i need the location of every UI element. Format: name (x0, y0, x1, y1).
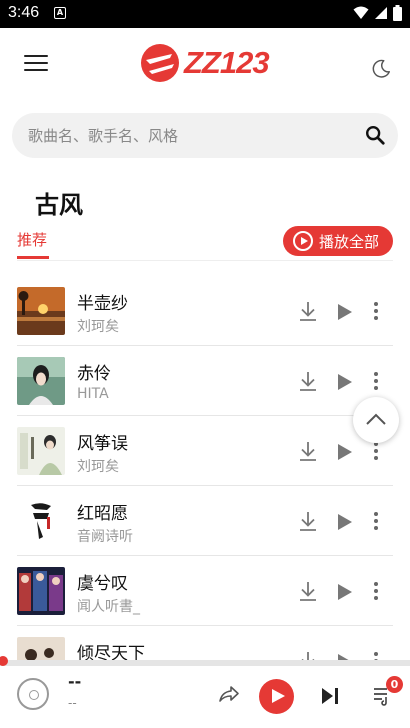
battery-icon (393, 5, 402, 21)
moon-icon[interactable] (370, 58, 392, 80)
tab-recommended[interactable]: 推荐 (17, 229, 47, 250)
status-time: 3:46 (8, 4, 40, 21)
status-bar: 3:46 A (0, 0, 410, 28)
play-all-label: 播放全部 (319, 232, 380, 251)
song-title: 风筝误 (77, 434, 128, 454)
song-artist: 闻人听書_ (77, 599, 140, 615)
song-item[interactable]: 红昭愿 音阙诗听 (0, 486, 410, 556)
more-icon[interactable] (369, 510, 383, 532)
status-icons (353, 5, 402, 21)
song-title: 虞兮叹 (77, 574, 128, 594)
chevron-up-icon (366, 413, 386, 425)
album-cover (17, 427, 65, 475)
more-icon[interactable] (369, 650, 383, 660)
song-title: 倾尽天下 (77, 644, 145, 660)
song-artist: 刘珂矣 (77, 459, 119, 475)
song-item[interactable]: 风筝误 刘珂矣 (0, 416, 410, 486)
download-icon[interactable] (297, 650, 319, 660)
play-icon[interactable] (337, 374, 353, 390)
next-icon[interactable] (320, 687, 340, 705)
search-bar (12, 113, 398, 158)
download-icon[interactable] (297, 510, 319, 532)
song-item[interactable]: 虞兮叹 闻人听書_ (0, 556, 410, 626)
song-artist: 刘珂矣 (77, 319, 119, 335)
app-logo[interactable]: ZZ123 (140, 40, 270, 86)
song-artist: HITA (77, 386, 109, 402)
wifi-icon (353, 6, 369, 19)
search-icon[interactable] (364, 124, 386, 146)
song-title: 红昭愿 (77, 504, 128, 524)
queue-count-badge: 0 (386, 676, 403, 693)
signal-icon (375, 7, 387, 19)
now-playing-title: -- (68, 672, 82, 691)
search-input[interactable] (28, 113, 348, 158)
logo-mark-icon (141, 44, 179, 82)
song-title: 半壶纱 (77, 294, 128, 314)
more-icon[interactable] (369, 300, 383, 322)
more-icon[interactable] (369, 440, 383, 462)
album-cover (17, 567, 65, 615)
more-icon[interactable] (369, 580, 383, 602)
mini-player: -- -- 0 (0, 666, 410, 728)
download-icon[interactable] (297, 580, 319, 602)
now-playing-artist: -- (68, 696, 77, 710)
download-icon[interactable] (297, 440, 319, 462)
play-icon[interactable] (337, 514, 353, 530)
tab-divider (17, 260, 393, 261)
logo-text: ZZ123 (184, 45, 270, 80)
play-icon[interactable] (337, 304, 353, 320)
app-header: ZZ123 (0, 28, 410, 100)
song-item[interactable]: 倾尽天下 (0, 626, 410, 660)
download-icon[interactable] (297, 370, 319, 392)
song-item[interactable]: 赤伶 HITA (0, 346, 410, 416)
tab-indicator (17, 256, 49, 259)
scroll-top-button[interactable] (353, 397, 399, 443)
notification-icon: A (54, 7, 66, 19)
download-icon[interactable] (297, 300, 319, 322)
disc-icon[interactable] (17, 678, 49, 710)
song-list: 半壶纱 刘珂矣 赤伶 HITA 风筝误 刘珂矣 红昭愿 音阙诗听 虞兮叹 闻人听… (0, 276, 410, 660)
play-circle-icon (293, 231, 313, 251)
song-artist: 音阙诗听 (77, 529, 133, 545)
album-cover (17, 357, 65, 405)
more-icon[interactable] (369, 370, 383, 392)
page-title: 古风 (35, 191, 83, 219)
play-button[interactable] (259, 679, 294, 714)
song-title: 赤伶 (77, 364, 111, 384)
share-icon[interactable] (217, 682, 241, 706)
menu-icon[interactable] (24, 55, 48, 75)
album-cover (17, 497, 65, 545)
play-icon[interactable] (337, 444, 353, 460)
album-cover (17, 287, 65, 335)
play-all-button[interactable]: 播放全部 (283, 226, 393, 256)
album-cover (17, 637, 65, 660)
play-icon[interactable] (337, 584, 353, 600)
song-item[interactable]: 半壶纱 刘珂矣 (0, 276, 410, 346)
